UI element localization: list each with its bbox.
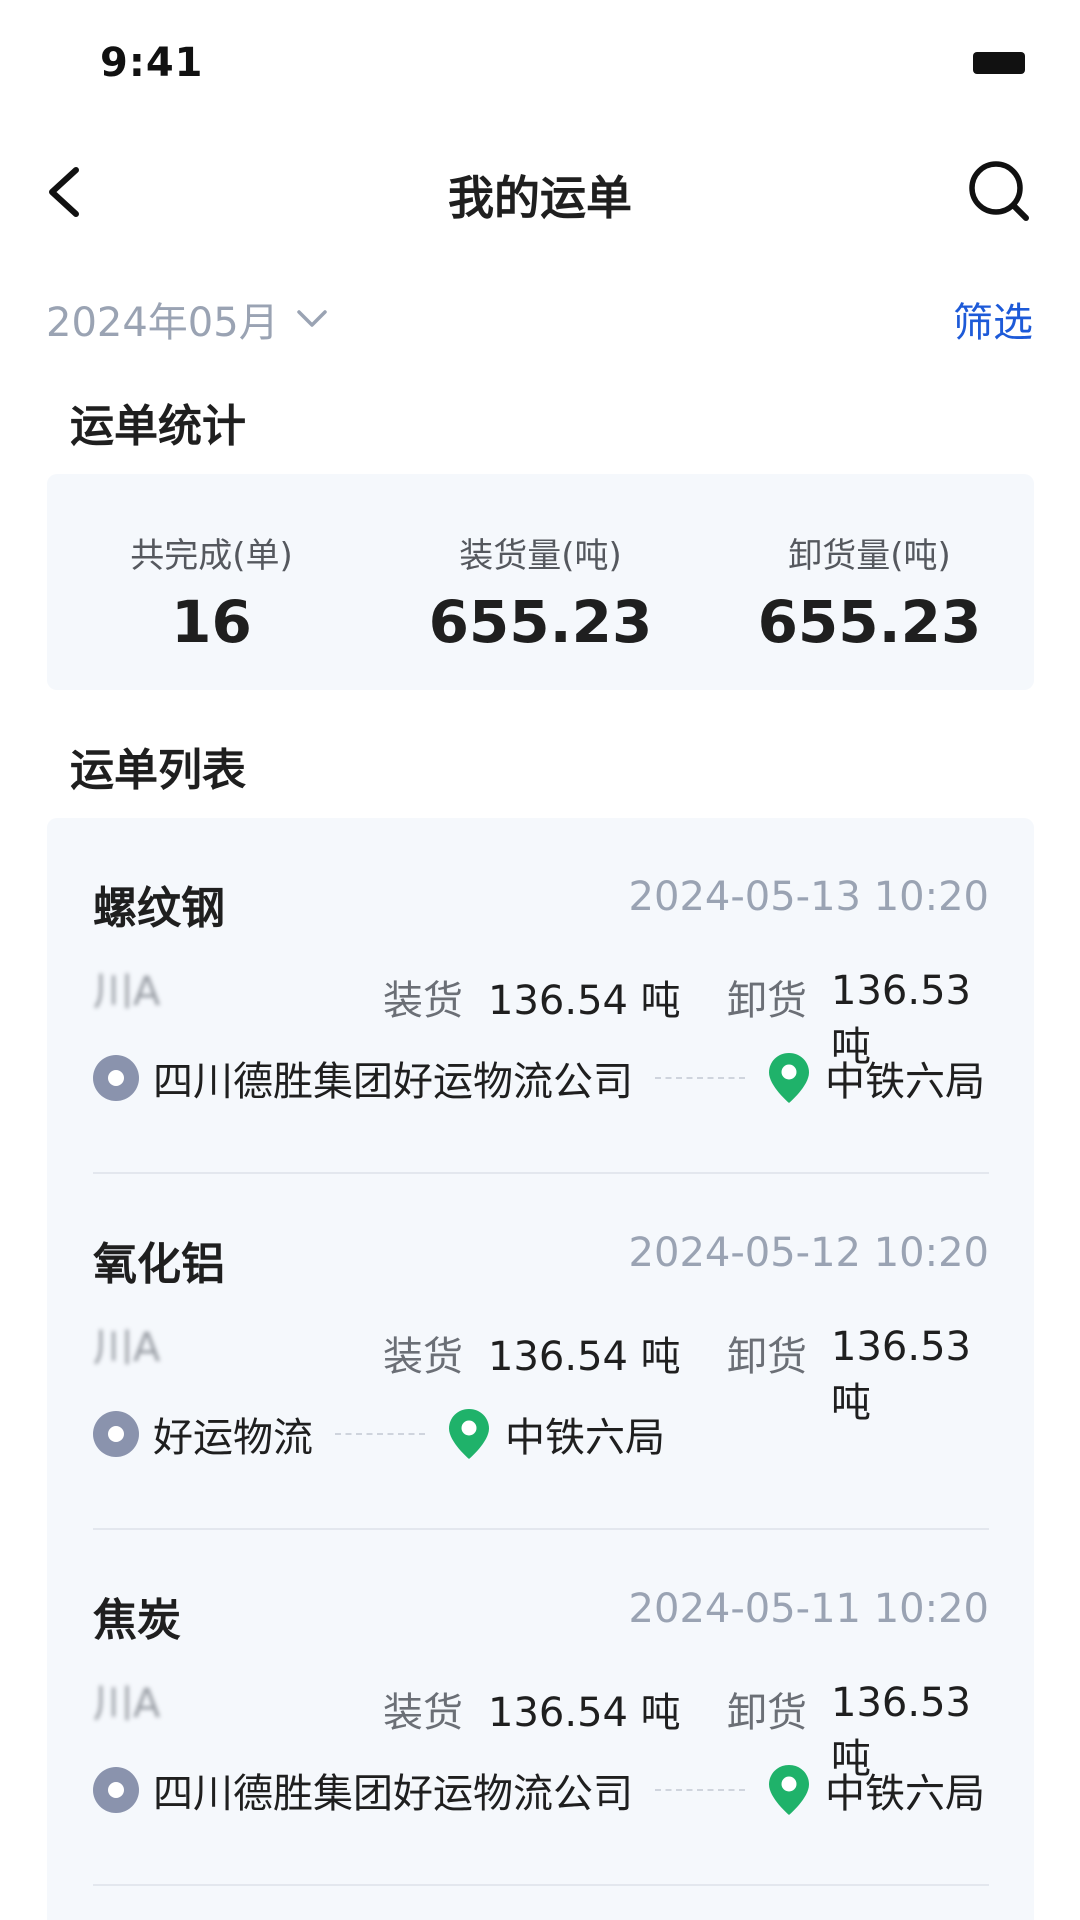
- order-item[interactable]: 螺纹钢 2024-05-13 10:20 川A 50502D 装货 136.54…: [93, 818, 989, 1174]
- destination-name: 中铁六局: [505, 1415, 665, 1461]
- status-bar: 9:41: [0, 0, 1080, 120]
- stat-value: 655.23: [428, 588, 653, 656]
- stat-completed: 共完成(单) 16: [47, 474, 376, 690]
- order-cargo-name: 氧化铝: [93, 1239, 225, 1290]
- unload-label: 卸货: [727, 1690, 807, 1736]
- order-cargo-name: 焦炭: [93, 1595, 181, 1646]
- order-list: 螺纹钢 2024-05-13 10:20 川A 50502D 装货 136.54…: [47, 818, 1034, 1920]
- load-label: 装货: [383, 1690, 463, 1736]
- origin-name: 四川德胜集团好运物流公司: [153, 1059, 633, 1105]
- location-pin-icon: [769, 1053, 809, 1103]
- status-time: 9:41: [100, 40, 204, 86]
- chevron-down-icon: [296, 310, 327, 327]
- stat-unload-volume: 卸货量(吨) 655.23: [705, 474, 1034, 690]
- route: 好运物流 中铁六局: [93, 1406, 665, 1462]
- month-label: 2024年05月: [46, 300, 279, 346]
- order-date: 2024-05-12 10:20: [628, 1230, 989, 1276]
- origin-name: 四川德胜集团好运物流公司: [153, 1771, 633, 1817]
- plate-number: 川A 50502D: [93, 972, 161, 1012]
- order-date: 2024-05-13 10:20: [628, 874, 989, 920]
- nav-bar: 我的运单: [0, 140, 1080, 240]
- stat-label: 装货量(吨): [459, 536, 622, 576]
- stat-label: 共完成(单): [130, 536, 293, 576]
- destination-name: 中铁六局: [825, 1059, 985, 1105]
- stat-value: 16: [171, 588, 252, 656]
- origin-dot-icon: [93, 1055, 139, 1101]
- unload-label: 卸货: [727, 978, 807, 1024]
- load-value: 136.54 吨: [488, 978, 681, 1024]
- unload-label: 卸货: [727, 1334, 807, 1380]
- divider: [93, 1884, 989, 1886]
- stats-card: 共完成(单) 16 装货量(吨) 655.23 卸货量(吨) 655.23: [47, 474, 1034, 690]
- filter-row: 2024年05月 筛选: [0, 282, 1080, 352]
- origin-name: 好运物流: [153, 1415, 313, 1461]
- plate-number: 川A 50502D: [93, 1328, 161, 1368]
- location-pin-icon: [449, 1409, 489, 1459]
- route: 四川德胜集团好运物流公司 中铁六局: [93, 1050, 985, 1106]
- list-section-title: 运单列表: [70, 745, 246, 796]
- filter-button[interactable]: 筛选: [953, 290, 1033, 348]
- destination-name: 中铁六局: [825, 1771, 985, 1817]
- origin-dot-icon: [93, 1411, 139, 1457]
- load-label: 装货: [383, 978, 463, 1024]
- route-connector: [655, 1077, 745, 1079]
- stat-value: 655.23: [757, 588, 982, 656]
- location-pin-icon: [769, 1765, 809, 1815]
- load-value: 136.54 吨: [488, 1334, 681, 1380]
- order-date: 2024-05-11 10:20: [628, 1586, 989, 1632]
- stat-load-volume: 装货量(吨) 655.23: [376, 474, 705, 690]
- battery-icon: [973, 52, 1025, 74]
- route-connector: [655, 1789, 745, 1791]
- unload-value: 136.53吨: [831, 1324, 971, 1426]
- plate-number: 川A 50502D: [93, 1684, 161, 1724]
- route-connector: [335, 1433, 425, 1435]
- month-picker[interactable]: 2024年05月: [46, 290, 329, 348]
- order-item[interactable]: 焦炭 2024-05-11 10:20 川A 50502D 装货 136.54 …: [93, 1530, 989, 1886]
- origin-dot-icon: [93, 1767, 139, 1813]
- route: 四川德胜集团好运物流公司 中铁六局: [93, 1762, 985, 1818]
- stat-label: 卸货量(吨): [788, 536, 951, 576]
- stats-section-title: 运单统计: [70, 401, 246, 452]
- load-value: 136.54 吨: [488, 1690, 681, 1736]
- order-item[interactable]: 氧化铝 2024-05-12 10:20 川A 50502D 装货 136.54…: [93, 1174, 989, 1530]
- load-label: 装货: [383, 1334, 463, 1380]
- page-title: 我的运单: [448, 171, 632, 225]
- search-icon[interactable]: [966, 158, 1032, 224]
- order-cargo-name: 螺纹钢: [93, 883, 225, 934]
